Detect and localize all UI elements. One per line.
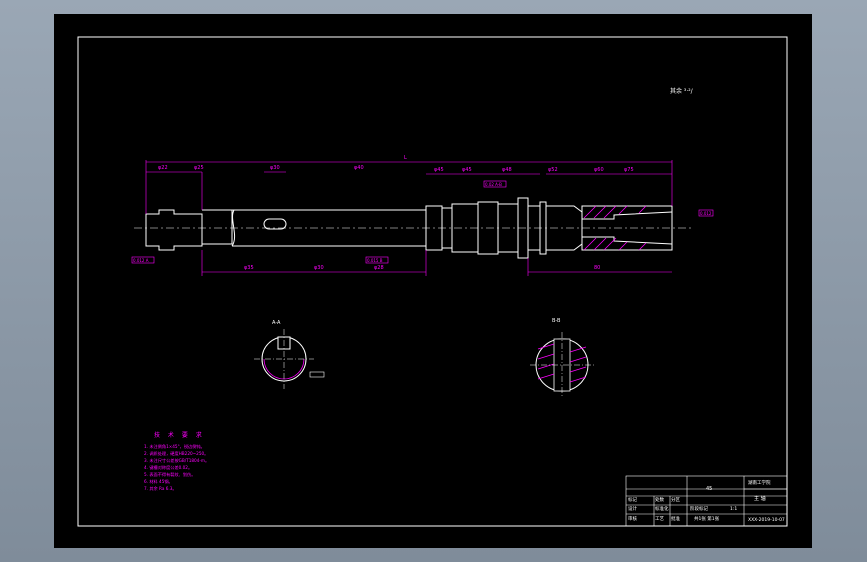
tol-box-2: 0.02 A-B <box>485 182 502 187</box>
dim-top-6: φ48 <box>502 167 512 173</box>
title-block-text: 湖南工学院 主 轴 XXX-2019-10-07 45 标记 处数 分区 设计 … <box>628 479 785 523</box>
dim-top-7: φ52 <box>548 167 558 173</box>
tb-stage: 阶段标记 <box>690 505 708 512</box>
note-6: 7. 其余 Ra 6.3。 <box>144 485 177 492</box>
dim-top-1: φ25 <box>194 165 204 171</box>
tb-standard: 标准化 <box>655 505 669 512</box>
note-3: 4. 键槽对称度公差0.02。 <box>144 464 192 471</box>
dim-bottom-1: φ30 <box>314 265 324 271</box>
dim-top-2: φ30 <box>270 165 280 171</box>
tb-review: 审核 <box>628 515 637 522</box>
dim-bottom-2: φ28 <box>374 265 384 271</box>
dim-top-8: φ60 <box>594 167 604 173</box>
dim-top-4: φ45 <box>434 167 444 173</box>
dim-overall: L <box>404 155 407 161</box>
technical-notes: 技 术 要 求 1. 未注倒角1×45°，锐边倒钝。 2. 调质处理，硬度HB2… <box>144 431 209 492</box>
tb-row-mark: 标记 <box>628 496 637 503</box>
dim-bottom-0: φ35 <box>244 265 254 271</box>
dim-top-9: φ75 <box>624 167 634 173</box>
tb-design: 设计 <box>628 505 637 512</box>
tb-sheet: 共1张 第1张 <box>694 515 720 522</box>
roughness-note: 其余 ³·²/ <box>670 87 694 95</box>
tb-row-zone: 分区 <box>671 496 680 503</box>
tb-row-count: 处数 <box>655 496 664 503</box>
section-b-label: B-B <box>552 318 561 324</box>
note-0: 1. 未注倒角1×45°，锐边倒钝。 <box>144 443 205 450</box>
tb-scale: 1:1 <box>730 506 737 512</box>
section-a-label: A-A <box>272 320 281 326</box>
dim-top-5: φ45 <box>462 167 472 173</box>
tb-process: 工艺 <box>655 516 664 522</box>
notes-title: 技 术 要 求 <box>154 431 205 439</box>
tb-school: 湖南工学院 <box>748 479 771 486</box>
tb-drawing-no: XXX-2019-10-07 <box>748 517 785 523</box>
note-4: 5. 表面不得有裂纹、划伤。 <box>144 471 195 478</box>
tol-box-1: 0.015 B <box>367 258 383 263</box>
drawing-sheet: 其余 ³·²/ L φ22 φ25 φ30 φ40 φ45 φ45 φ48 φ5… <box>54 14 812 548</box>
tolerance-frames: 0.012 A 0.015 B 0.02 A-B 0.012 <box>131 180 714 264</box>
note-1: 2. 调质处理，硬度HB220~250。 <box>144 450 208 457</box>
section-a-a: A-A <box>254 320 325 389</box>
drawing-canvas: 其余 ³·²/ L φ22 φ25 φ30 φ40 φ45 φ45 φ48 φ5… <box>77 36 788 527</box>
note-5: 6. 材料 45钢。 <box>144 478 173 485</box>
tb-approve: 批准 <box>671 515 680 522</box>
cad-viewport[interactable]: 其余 ³·²/ L φ22 φ25 φ30 φ40 φ45 φ45 φ48 φ5… <box>0 0 867 562</box>
tb-material: 45 <box>706 486 712 492</box>
tol-box-0: 0.012 A <box>133 258 149 263</box>
dimension-texts: L φ22 φ25 φ30 φ40 φ45 φ45 φ48 φ52 φ60 φ7… <box>158 155 634 271</box>
tol-box-3: 0.012 <box>700 211 712 216</box>
dim-top-3: φ40 <box>354 165 364 171</box>
dim-bottom-3: 80 <box>594 265 600 271</box>
dimension-lines <box>145 160 673 276</box>
tb-drawing-title: 主 轴 <box>754 495 766 502</box>
dim-top-0: φ22 <box>158 165 168 171</box>
note-2: 3. 未注尺寸公差按GB/T1804-m。 <box>144 457 209 464</box>
section-b-b: B-B <box>530 318 594 398</box>
